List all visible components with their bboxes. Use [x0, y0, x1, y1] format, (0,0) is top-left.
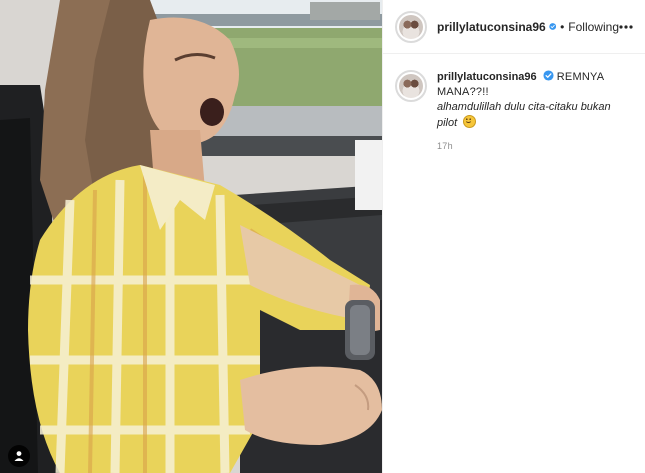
caption-avatar[interactable]: [395, 70, 427, 102]
more-options-button[interactable]: [619, 24, 633, 29]
post-sidebar: prillylatuconsina96 • Following prillyla…: [382, 0, 645, 473]
user-tag-icon: [14, 451, 24, 461]
post-timestamp[interactable]: 17h: [437, 141, 645, 151]
post-video[interactable]: [0, 0, 382, 473]
username-link[interactable]: prillylatuconsina96: [437, 20, 546, 34]
caption-username[interactable]: prillylatuconsina96: [437, 71, 537, 83]
slightly-smiling-face-emoji-icon: [463, 115, 477, 128]
caption-verified-badge-icon: [543, 70, 554, 81]
instagram-post: prillylatuconsina96 • Following prillyla…: [0, 0, 645, 473]
video-frame: [0, 0, 382, 473]
separator-dot: •: [560, 19, 565, 34]
verified-badge-icon: [549, 23, 556, 30]
avatar[interactable]: [395, 10, 427, 43]
post-header: prillylatuconsina96 • Following: [383, 0, 645, 54]
caption-text: prillylatuconsina96 REMNYA MANA??!! alha…: [437, 70, 619, 131]
caption-block: prillylatuconsina96 REMNYA MANA??!! alha…: [383, 54, 645, 131]
tagged-users-button[interactable]: [8, 445, 30, 467]
following-button[interactable]: Following: [568, 20, 619, 34]
more-horizontal-icon: [619, 24, 633, 29]
